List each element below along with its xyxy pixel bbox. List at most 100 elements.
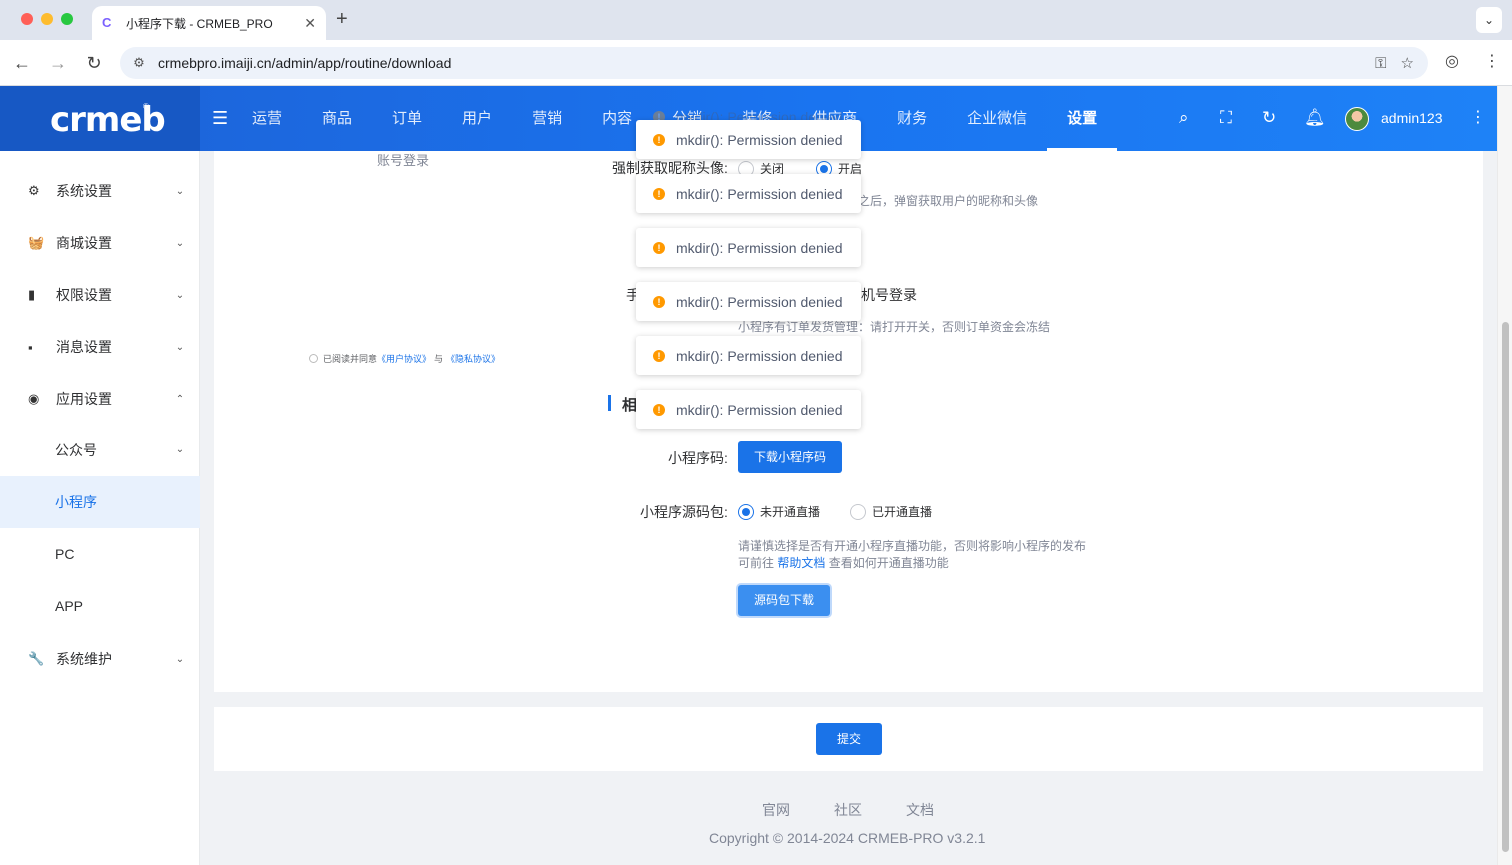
maximize-window-button[interactable]	[61, 13, 73, 25]
section-title-bar	[608, 395, 611, 411]
tab-search-chevron-icon[interactable]: ⌄	[1476, 7, 1502, 33]
help-doc-link[interactable]: 帮助文档	[777, 556, 825, 570]
nav-item[interactable]: 用户	[442, 86, 512, 151]
radio-circle	[850, 503, 866, 520]
sidebar-item-mini-program[interactable]: 小程序	[0, 476, 200, 528]
toast-text: mkdir(): Permission denied	[676, 401, 843, 418]
nav-item[interactable]: 营销	[512, 86, 582, 151]
logo-area: crmeb ®	[0, 86, 200, 151]
new-tab-button[interactable]: +	[336, 8, 348, 31]
warning-icon: !	[653, 349, 665, 362]
url-text: crmebpro.imaiji.cn/admin/app/routine/dow…	[158, 55, 452, 71]
toast-text: mkdir(): Permission denied	[676, 239, 843, 256]
site-settings-icon[interactable]: ⚙	[120, 55, 158, 71]
toast-text: mkdir(): Permission denied	[676, 131, 843, 148]
back-arrow-icon[interactable]: ←	[10, 51, 34, 75]
bookmark-icon: ▮	[28, 287, 36, 302]
sidebar-item-system-maintenance[interactable]: 🔧 系统维护 ⌄	[0, 633, 200, 685]
close-tab-icon[interactable]: ✕	[304, 15, 316, 32]
warning-icon: !	[653, 133, 665, 146]
browser-menu-icon[interactable]: ⋮	[1484, 51, 1500, 71]
download-qrcode-button[interactable]: 下载小程序码	[738, 441, 842, 473]
sidebar-item-label: 小程序	[55, 494, 97, 510]
browser-tabbar: C 小程序下载 - CRMEB_PRO ✕ + ⌄	[0, 0, 1512, 40]
download-source-button[interactable]: 源码包下载	[738, 585, 830, 616]
chevron-down-icon: ⌄	[175, 289, 185, 301]
search-icon[interactable]: ⌕	[1179, 108, 1189, 128]
sidebar-item-label: 系统设置	[56, 183, 112, 199]
toast-message: ! mkdir(): Permission denied	[636, 282, 861, 321]
force-avatar-hint: 之后，弹窗获取用户的昵称和头像	[858, 194, 1039, 208]
help-doc-hint: 可前往 帮助文档 查看如何开通直播功能	[738, 554, 949, 571]
footer-link-website[interactable]: 官网	[762, 800, 790, 820]
bookmark-star-icon[interactable]: ☆	[1401, 54, 1414, 72]
tab-title: 小程序下载 - CRMEB_PRO	[126, 16, 273, 31]
live-enabled-radio[interactable]: 已开通直播	[850, 503, 932, 520]
sidebar-item-mall-settings[interactable]: 🧺 商城设置 ⌄	[0, 217, 200, 269]
nav-item[interactable]: 运营	[232, 86, 302, 151]
page-scrollbar[interactable]	[1497, 86, 1512, 865]
warning-icon: !	[653, 187, 665, 200]
user-agreement-link: 《用户协议》	[377, 354, 432, 364]
sidebar-item-label: 商城设置	[56, 235, 112, 251]
address-bar[interactable]: ⚙ crmebpro.imaiji.cn/admin/app/routine/d…	[120, 47, 1428, 79]
avatar[interactable]	[1345, 107, 1369, 131]
sidebar-item-app-settings[interactable]: ◉ 应用设置 ⌃	[0, 373, 200, 425]
sidebar-item-label: 消息设置	[56, 339, 112, 355]
toast-message: ! mkdir(): Permission denied	[636, 120, 861, 159]
nav-item[interactable]: 订单	[372, 86, 442, 151]
footer-link-community[interactable]: 社区	[834, 800, 862, 820]
close-window-button[interactable]	[21, 13, 33, 25]
chevron-down-icon: ⌄	[175, 444, 185, 455]
sidebar-item-label: 应用设置	[56, 391, 112, 407]
username[interactable]: admin123	[1381, 110, 1443, 126]
browser-tab-active[interactable]: C 小程序下载 - CRMEB_PRO ✕	[92, 6, 326, 40]
chevron-down-icon: ⌄	[175, 653, 185, 665]
nav-item[interactable]: 设置	[1047, 86, 1118, 151]
toast-text: mkdir(): Permission denied	[676, 347, 843, 364]
sidebar-item-label: 权限设置	[56, 287, 112, 303]
more-vertical-icon[interactable]: ⋮	[1470, 107, 1486, 127]
browser-toolbar: ← → ↻ ⚙ crmebpro.imaiji.cn/admin/app/rou…	[0, 40, 1512, 86]
app-icon: ◉	[28, 391, 40, 406]
sidebar-item-official-account[interactable]: 公众号 ⌄	[0, 424, 200, 476]
toast-text: mkdir(): Permission denied	[676, 293, 843, 310]
nav-item[interactable]: 企业微信	[947, 86, 1047, 151]
sidebar-item-label: 系统维护	[56, 651, 112, 667]
nav-item[interactable]: 财务	[877, 86, 947, 151]
sidebar-item-pc[interactable]: PC	[0, 528, 200, 580]
sidebar-item-label: PC	[55, 546, 75, 562]
help-doc-prefix: 可前往	[738, 556, 775, 570]
live-not-enabled-radio[interactable]: 未开通直播	[738, 503, 820, 520]
reload-icon[interactable]: ↻	[82, 51, 106, 75]
chevron-up-icon: ⌃	[175, 393, 185, 405]
chevron-down-icon: ⌄	[175, 341, 185, 353]
fullscreen-icon[interactable]: ⛶	[1220, 108, 1232, 128]
scrollbar-thumb[interactable]	[1502, 322, 1509, 852]
agreement-preview: 已阅读并同意 《用户协议》 与 《隐私协议》	[309, 352, 500, 365]
sidebar-item-message-settings[interactable]: ▪ 消息设置 ⌄	[0, 321, 200, 373]
nav-item[interactable]: 商品	[302, 86, 372, 151]
footer-link-docs[interactable]: 文档	[906, 800, 934, 820]
wrench-icon: 🔧	[28, 651, 45, 666]
menu-collapse-icon[interactable]: ☰	[212, 108, 228, 129]
section-title: 相	[622, 397, 638, 414]
submit-button[interactable]: 提交	[816, 723, 882, 755]
minimize-window-button[interactable]	[41, 13, 53, 25]
agreement-and: 与	[434, 354, 444, 364]
refresh-icon[interactable]: ↻	[1262, 108, 1276, 128]
forward-arrow-icon[interactable]: →	[46, 51, 70, 75]
sidebar-item-permission-settings[interactable]: ▮ 权限设置 ⌄	[0, 269, 200, 321]
qrcode-label: 小程序码:	[668, 450, 728, 466]
live-warning-hint: 请谨慎选择是否有开通小程序直播功能，否则将影响小程序的发布	[738, 539, 1087, 553]
bell-icon[interactable]: 🔔︎	[1304, 108, 1326, 128]
sidebar-item-app[interactable]: APP	[0, 580, 200, 632]
message-icon: ▪	[28, 339, 33, 355]
sidebar-item-system-settings[interactable]: ⚙ 系统设置 ⌄	[0, 165, 200, 217]
toast-message: ! mkdir(): Permission denied	[636, 390, 861, 429]
chevron-down-icon: ⌄	[175, 237, 185, 249]
source-package-label: 小程序源码包:	[640, 504, 728, 520]
profile-icon[interactable]: ◎	[1445, 51, 1459, 71]
password-key-icon[interactable]: ⚿	[1375, 55, 1386, 72]
agreement-checkbox	[309, 354, 318, 363]
